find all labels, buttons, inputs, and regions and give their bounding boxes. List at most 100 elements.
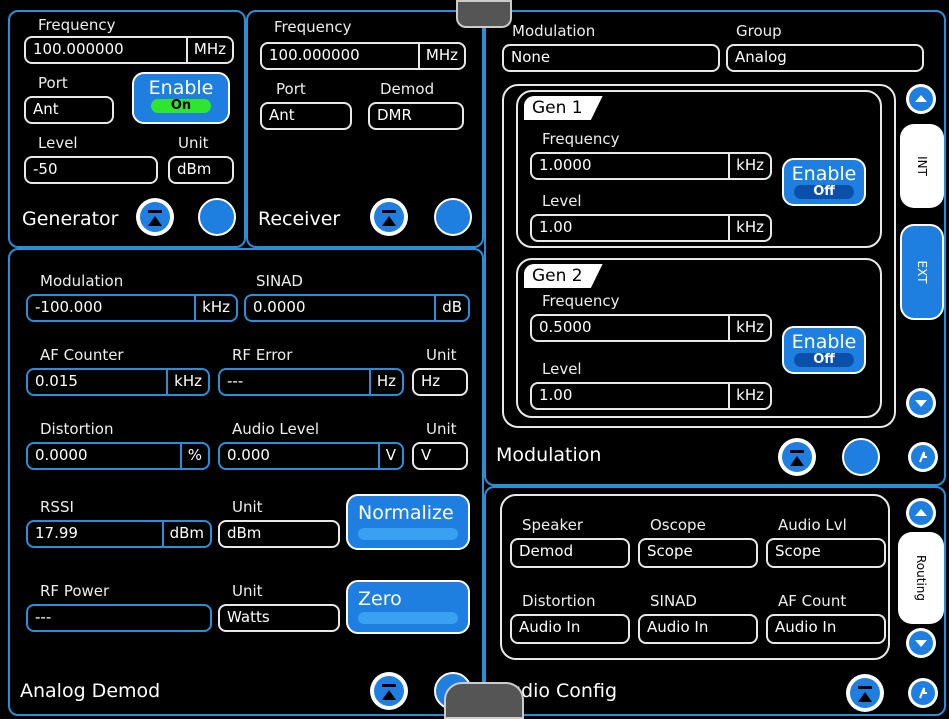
- gen1-enable-button[interactable]: Enable Off: [782, 158, 866, 206]
- generator-frequency-unit[interactable]: MHz: [185, 38, 232, 62]
- receiver-demod-field[interactable]: DMR: [368, 102, 464, 130]
- generator-level-field[interactable]: -50: [24, 156, 158, 184]
- modulation-meas-unit: kHz: [194, 296, 236, 320]
- gen1-level-field[interactable]: 1.00 kHz: [530, 214, 772, 242]
- generator-frequency-value: 100.000000: [33, 40, 124, 58]
- receiver-frequency-unit[interactable]: MHz: [417, 44, 464, 68]
- generator-level-value: -50: [33, 160, 58, 178]
- modulation-scroll-down-icon[interactable]: [906, 388, 936, 418]
- generator-action-button[interactable]: [198, 198, 236, 236]
- audio-level-unit-select-value: V: [421, 446, 432, 464]
- gen1-frequency-unit[interactable]: kHz: [728, 154, 770, 178]
- gen2-frequency-unit[interactable]: kHz: [728, 316, 770, 340]
- rf-power-unit-select[interactable]: Watts: [218, 604, 340, 632]
- analog-demod-collapse-button[interactable]: [370, 672, 408, 710]
- gen1-title: Gen 1: [524, 96, 603, 120]
- modulation-action-button[interactable]: [842, 438, 880, 476]
- zero-button[interactable]: Zero: [346, 580, 470, 634]
- ac-distortion-value: Audio In: [519, 618, 581, 636]
- gen1-section: Gen 1 Frequency 1.0000 kHz Level 1.00 kH…: [516, 90, 882, 248]
- speaker-value: Demod: [519, 542, 574, 560]
- receiver-title: Receiver: [258, 208, 341, 230]
- receiver-demod-label: Demod: [380, 80, 435, 98]
- oscope-select[interactable]: Scope: [638, 538, 758, 568]
- generator-panel: Frequency 100.000000 MHz Port Ant Enable…: [8, 10, 246, 248]
- audio-lvl-value: Scope: [775, 542, 821, 560]
- generator-port-label: Port: [38, 74, 68, 92]
- rssi-unit: dBm: [161, 522, 210, 546]
- gen2-frequency-field[interactable]: 0.5000 kHz: [530, 314, 772, 342]
- audio-scroll-down-icon[interactable]: [906, 628, 936, 658]
- gen2-frequency-label: Frequency: [542, 292, 620, 310]
- gen2-enable-state: Off: [794, 353, 854, 367]
- modulation-meas-label: Modulation: [40, 272, 124, 290]
- generator-port-value: Ant: [33, 100, 59, 118]
- receiver-port-label: Port: [276, 80, 306, 98]
- af-counter-unit: kHz: [166, 370, 208, 394]
- rf-error-unit-select[interactable]: Hz: [412, 368, 468, 396]
- bottom-drag-handle[interactable]: [444, 682, 524, 719]
- normalize-button[interactable]: Normalize: [346, 494, 470, 550]
- modulation-type-select[interactable]: None: [502, 44, 720, 72]
- tab-int-label: INT: [915, 156, 929, 176]
- audio-routing-container: Speaker Demod Oscope Scope Audio Lvl Sco…: [500, 494, 890, 660]
- gen1-enable-label: Enable: [791, 163, 857, 185]
- audio-level-label: Audio Level: [232, 420, 319, 438]
- audio-lvl-label: Audio Lvl: [778, 516, 847, 534]
- generator-unit-field[interactable]: dBm: [168, 156, 234, 184]
- receiver-port-value: Ant: [269, 106, 295, 124]
- gen2-level-value: 1.00: [539, 386, 573, 404]
- receiver-demod-value: DMR: [377, 106, 412, 124]
- rssi-value: 17.99: [35, 524, 78, 542]
- generator-port-field[interactable]: Ant: [24, 96, 114, 124]
- generator-frequency-label: Frequency: [38, 16, 116, 34]
- receiver-frequency-field[interactable]: 100.000000 MHz: [260, 42, 466, 70]
- sinad-unit: dB: [434, 296, 468, 320]
- audio-config-panel: Speaker Demod Oscope Scope Audio Lvl Sco…: [484, 486, 946, 716]
- gen2-level-field[interactable]: 1.00 kHz: [530, 382, 772, 410]
- top-drag-handle[interactable]: [456, 0, 512, 28]
- analog-demod-panel: Modulation -100.000 kHz SINAD 0.0000 dB …: [8, 248, 484, 716]
- tab-ext-label: EXT: [915, 260, 929, 284]
- modulation-scroll-up-icon[interactable]: [906, 84, 936, 114]
- rssi-unit-select[interactable]: dBm: [218, 520, 340, 548]
- modulation-collapse-button[interactable]: [778, 438, 816, 476]
- audio-lvl-select[interactable]: Scope: [766, 538, 886, 568]
- rf-power-value: ---: [35, 608, 52, 626]
- tab-routing[interactable]: Routing: [898, 532, 944, 624]
- speaker-select[interactable]: Demod: [510, 538, 630, 568]
- tab-int[interactable]: INT: [900, 124, 944, 208]
- generator-frequency-field[interactable]: 100.000000 MHz: [24, 36, 234, 64]
- ac-sinad-select[interactable]: Audio In: [638, 614, 758, 644]
- ac-distortion-label: Distortion: [522, 592, 596, 610]
- audio-scroll-up-icon[interactable]: [906, 498, 936, 528]
- sinad-label: SINAD: [256, 272, 303, 290]
- gen1-level-unit[interactable]: kHz: [728, 216, 770, 240]
- gen1-level-value: 1.00: [539, 218, 573, 236]
- receiver-port-field[interactable]: Ant: [260, 102, 352, 130]
- group-value: Analog: [735, 48, 787, 66]
- gen2-level-unit[interactable]: kHz: [728, 384, 770, 408]
- generator-collapse-button[interactable]: [136, 198, 174, 236]
- gen1-frequency-field[interactable]: 1.0000 kHz: [530, 152, 772, 180]
- rf-power-label: RF Power: [40, 582, 110, 600]
- audio-config-collapse-button[interactable]: [846, 674, 884, 712]
- receiver-action-button[interactable]: [434, 198, 472, 236]
- distortion-value: 0.0000: [35, 446, 88, 464]
- ac-sinad-label: SINAD: [650, 592, 697, 610]
- modulation-meas-value: -100.000: [35, 298, 103, 316]
- tab-ext[interactable]: EXT: [900, 224, 944, 320]
- gen2-enable-button[interactable]: Enable Off: [782, 326, 866, 374]
- receiver-collapse-button[interactable]: [370, 198, 408, 236]
- group-select[interactable]: Analog: [726, 44, 924, 72]
- generator-level-label: Level: [38, 134, 78, 152]
- gen2-frequency-value: 0.5000: [539, 318, 592, 336]
- gen1-enable-state: Off: [794, 185, 854, 199]
- audio-level-unit-select[interactable]: V: [412, 442, 468, 470]
- generator-enable-button[interactable]: Enable On: [132, 72, 230, 124]
- distortion-label: Distortion: [40, 420, 114, 438]
- modulation-help-icon[interactable]: [908, 442, 938, 472]
- ac-distortion-select[interactable]: Audio In: [510, 614, 630, 644]
- audio-config-help-icon[interactable]: [908, 678, 938, 708]
- af-count-select[interactable]: Audio In: [766, 614, 886, 644]
